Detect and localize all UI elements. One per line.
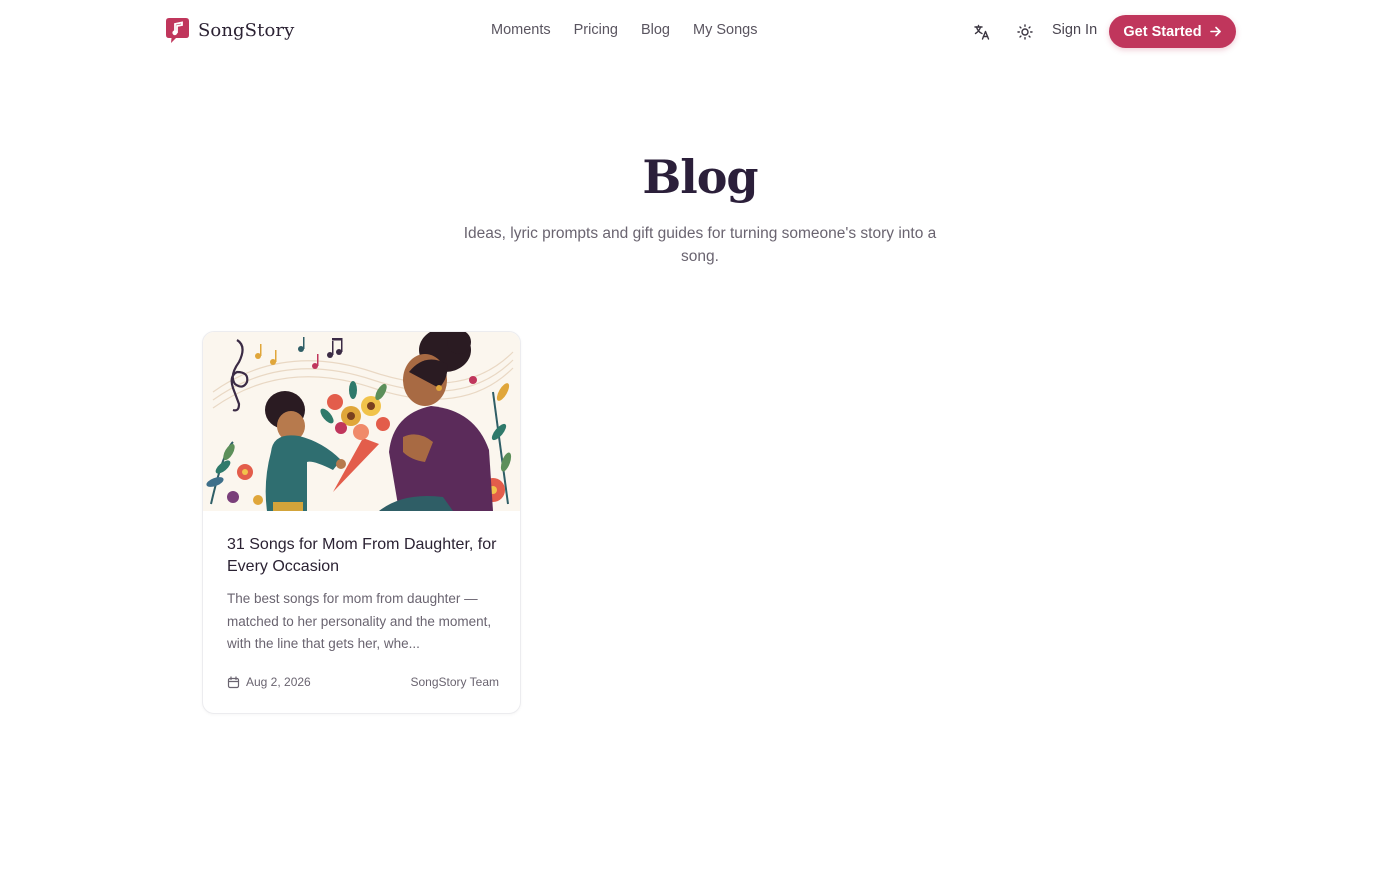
get-started-label: Get Started (1123, 23, 1202, 40)
get-started-button[interactable]: Get Started (1109, 15, 1236, 48)
blog-post-card[interactable]: 31 Songs for Mom From Daughter, for Ever… (202, 331, 521, 714)
site-header: SongStory Moments Pricing Blog My Songs … (0, 0, 1400, 62)
brand-name: SongStory (198, 20, 295, 41)
brand-logo[interactable]: SongStory (166, 18, 294, 43)
translate-icon (974, 24, 990, 40)
language-button[interactable] (970, 20, 994, 44)
music-note-logo-icon (166, 18, 189, 43)
sign-in-link[interactable]: Sign In (1052, 22, 1097, 38)
post-author: SongStory Team (410, 675, 500, 689)
theme-toggle-button[interactable] (1013, 20, 1037, 44)
nav-item-blog[interactable]: Blog (641, 22, 670, 38)
main-nav: Moments Pricing Blog My Songs (491, 22, 780, 38)
nav-item-my-songs[interactable]: My Songs (693, 22, 757, 38)
post-cover-illustration (203, 332, 520, 511)
sun-icon (1017, 24, 1033, 40)
nav-item-pricing[interactable]: Pricing (574, 22, 618, 38)
arrow-right-icon (1209, 26, 1221, 37)
nav-item-moments[interactable]: Moments (491, 22, 551, 38)
post-excerpt: The best songs for mom from daughter — m… (227, 591, 492, 651)
post-date: Aug 2, 2026 (246, 675, 311, 689)
post-title[interactable]: 31 Songs for Mom From Daughter, for Ever… (227, 534, 502, 577)
post-date-wrapper: Aug 2, 2026 (227, 675, 311, 689)
page-subtitle: Ideas, lyric prompts and gift guides for… (463, 225, 937, 265)
post-meta: Aug 2, 2026 SongStory Team (227, 674, 499, 690)
page-title: Blog (642, 150, 758, 204)
calendar-icon (227, 675, 240, 688)
